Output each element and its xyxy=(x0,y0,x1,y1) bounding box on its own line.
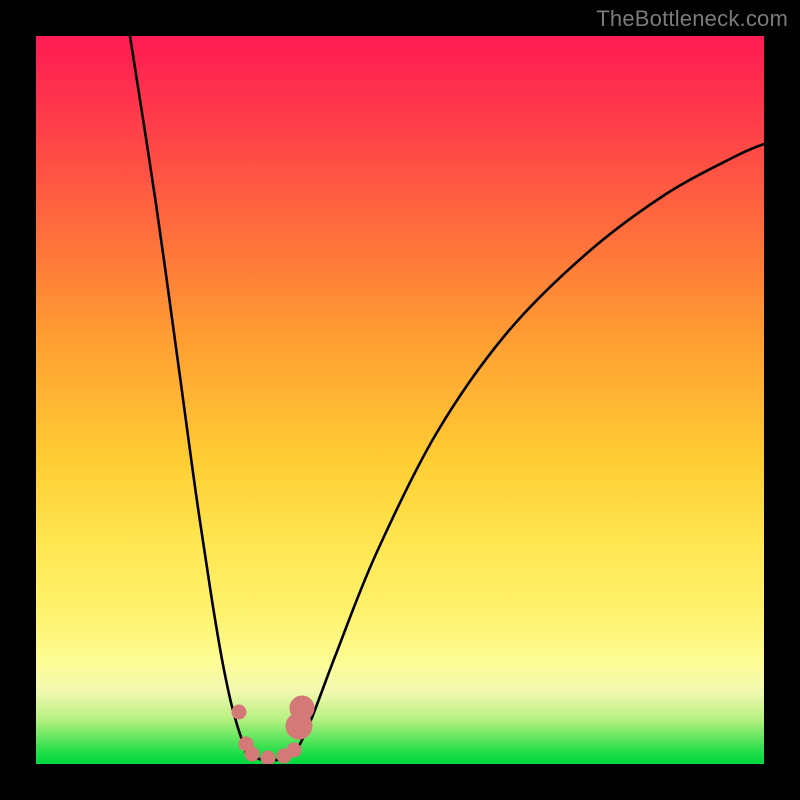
chart-plot-area xyxy=(36,36,764,764)
data-marker-2 xyxy=(245,747,259,761)
curve-path xyxy=(130,36,764,760)
data-marker-7 xyxy=(290,696,314,720)
marker-group xyxy=(232,696,314,764)
data-marker-5 xyxy=(287,743,301,757)
data-marker-3 xyxy=(261,751,275,764)
data-marker-0 xyxy=(232,705,246,719)
watermark-text: TheBottleneck.com xyxy=(596,6,788,32)
bottleneck-curve-chart xyxy=(36,36,764,764)
